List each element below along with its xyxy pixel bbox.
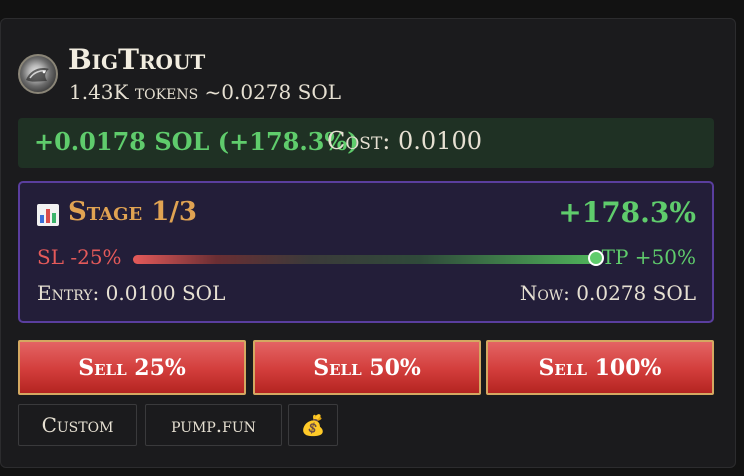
money-bag-button[interactable]: 💰 <box>288 404 338 446</box>
progress-fill <box>133 255 596 264</box>
current-price: Now: 0.0278 SOL <box>519 281 696 305</box>
custom-button[interactable]: Custom <box>18 404 137 446</box>
entry-price: Entry: 0.0100 SOL <box>37 281 226 305</box>
cost-value: Cost: 0.0100 <box>327 127 482 155</box>
stage-percent: +178.3% <box>558 196 696 229</box>
stop-loss-label: SL -25% <box>37 245 122 269</box>
stage-label: Stage 1/3 <box>68 197 197 227</box>
fish-icon <box>26 68 49 82</box>
token-holdings: 1.43K tokens ~0.0278 SOL <box>69 80 341 104</box>
sell-50-button[interactable]: Sell 50% <box>253 340 481 395</box>
token-avatar <box>18 54 58 94</box>
pump-fun-button[interactable]: pump.fun <box>145 404 282 446</box>
pnl-value: +0.0178 SOL (+178.3%) <box>34 127 359 156</box>
progress-track <box>133 250 604 266</box>
stage-panel: Stage 1/3 +178.3% SL -25% TP +50% Entry:… <box>18 181 714 323</box>
sell-100-button[interactable]: Sell 100% <box>486 340 714 395</box>
bar-chart-icon <box>37 204 59 226</box>
money-bag-icon: 💰 <box>300 413 326 437</box>
pnl-bar: +0.0178 SOL (+178.3%) Cost: 0.0100 <box>18 118 714 168</box>
sell-25-button[interactable]: Sell 25% <box>18 340 246 395</box>
position-card: BigTrout 1.43K tokens ~0.0278 SOL +0.017… <box>0 18 736 468</box>
take-profit-label: TP +50% <box>601 245 696 269</box>
token-name: BigTrout <box>68 43 206 76</box>
